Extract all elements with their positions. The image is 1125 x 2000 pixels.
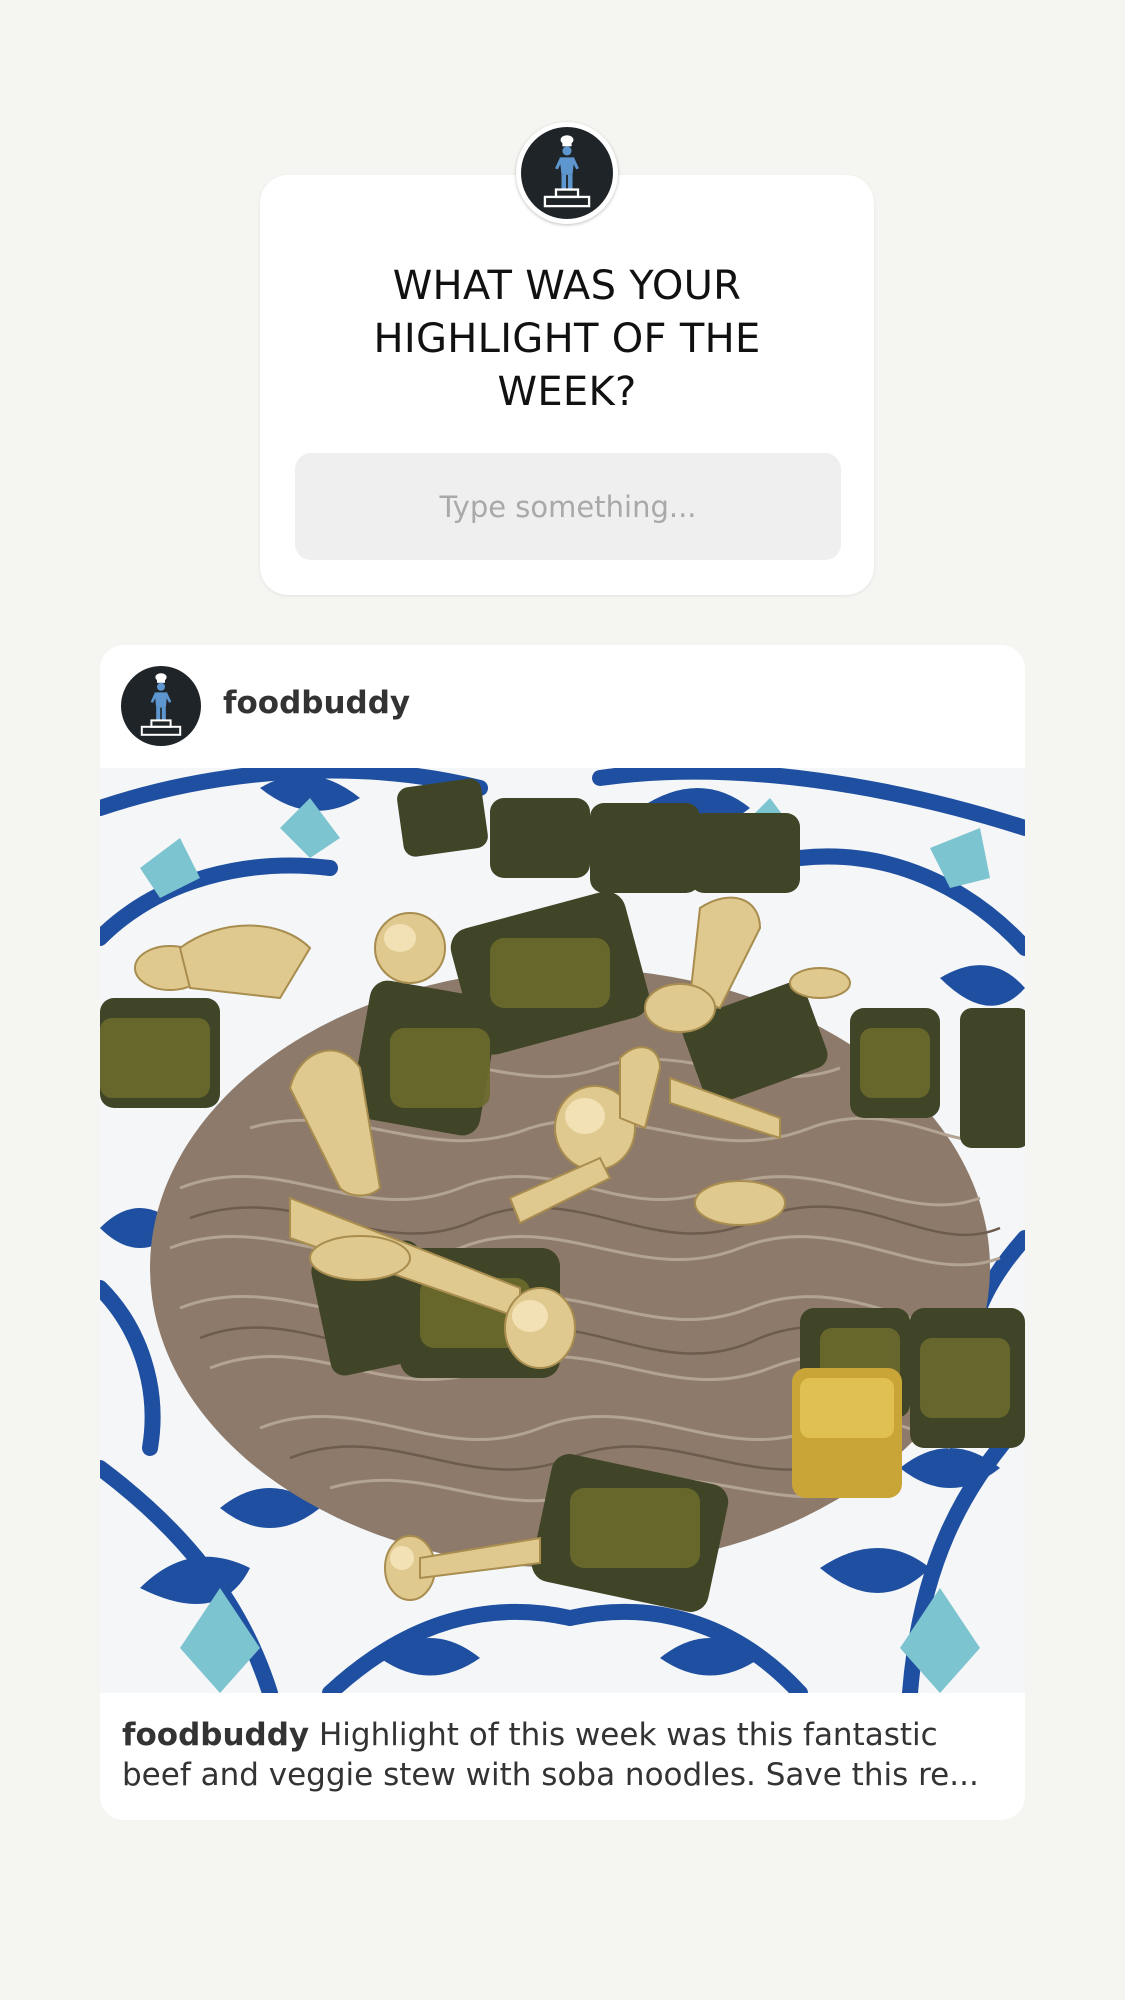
post-caption: foodbuddy Highlight of this week was thi… [122,1715,1003,1795]
question-sticker-avatar [516,122,618,224]
question-sticker: WHAT WAS YOUR HIGHLIGHT OF THE WEEK? [260,175,874,595]
shared-post-card[interactable]: foodbuddy foodbuddy Highlight of this we… [100,645,1025,1820]
question-title-line-2: HIGHLIGHT OF THE [373,316,761,362]
post-avatar[interactable] [121,666,201,746]
caption-text-line-2: beef and veggie stew with soba noodles. … [122,1757,979,1793]
chef-on-podium-icon [521,127,613,219]
caption-username[interactable]: foodbuddy [122,1717,309,1753]
answer-input[interactable] [295,453,841,560]
question-title: WHAT WAS YOUR HIGHLIGHT OF THE WEEK? [300,260,834,419]
caption-text-line-1: Highlight of this week was this fantasti… [318,1717,938,1753]
question-title-line-1: WHAT WAS YOUR [392,263,742,309]
post-username[interactable]: foodbuddy [223,683,410,723]
post-header: foodbuddy [100,645,1025,768]
chef-on-podium-icon [140,673,182,736]
question-title-line-3: WEEK? [497,369,637,415]
soba-noodle-dish-photo[interactable] [100,768,1025,1693]
